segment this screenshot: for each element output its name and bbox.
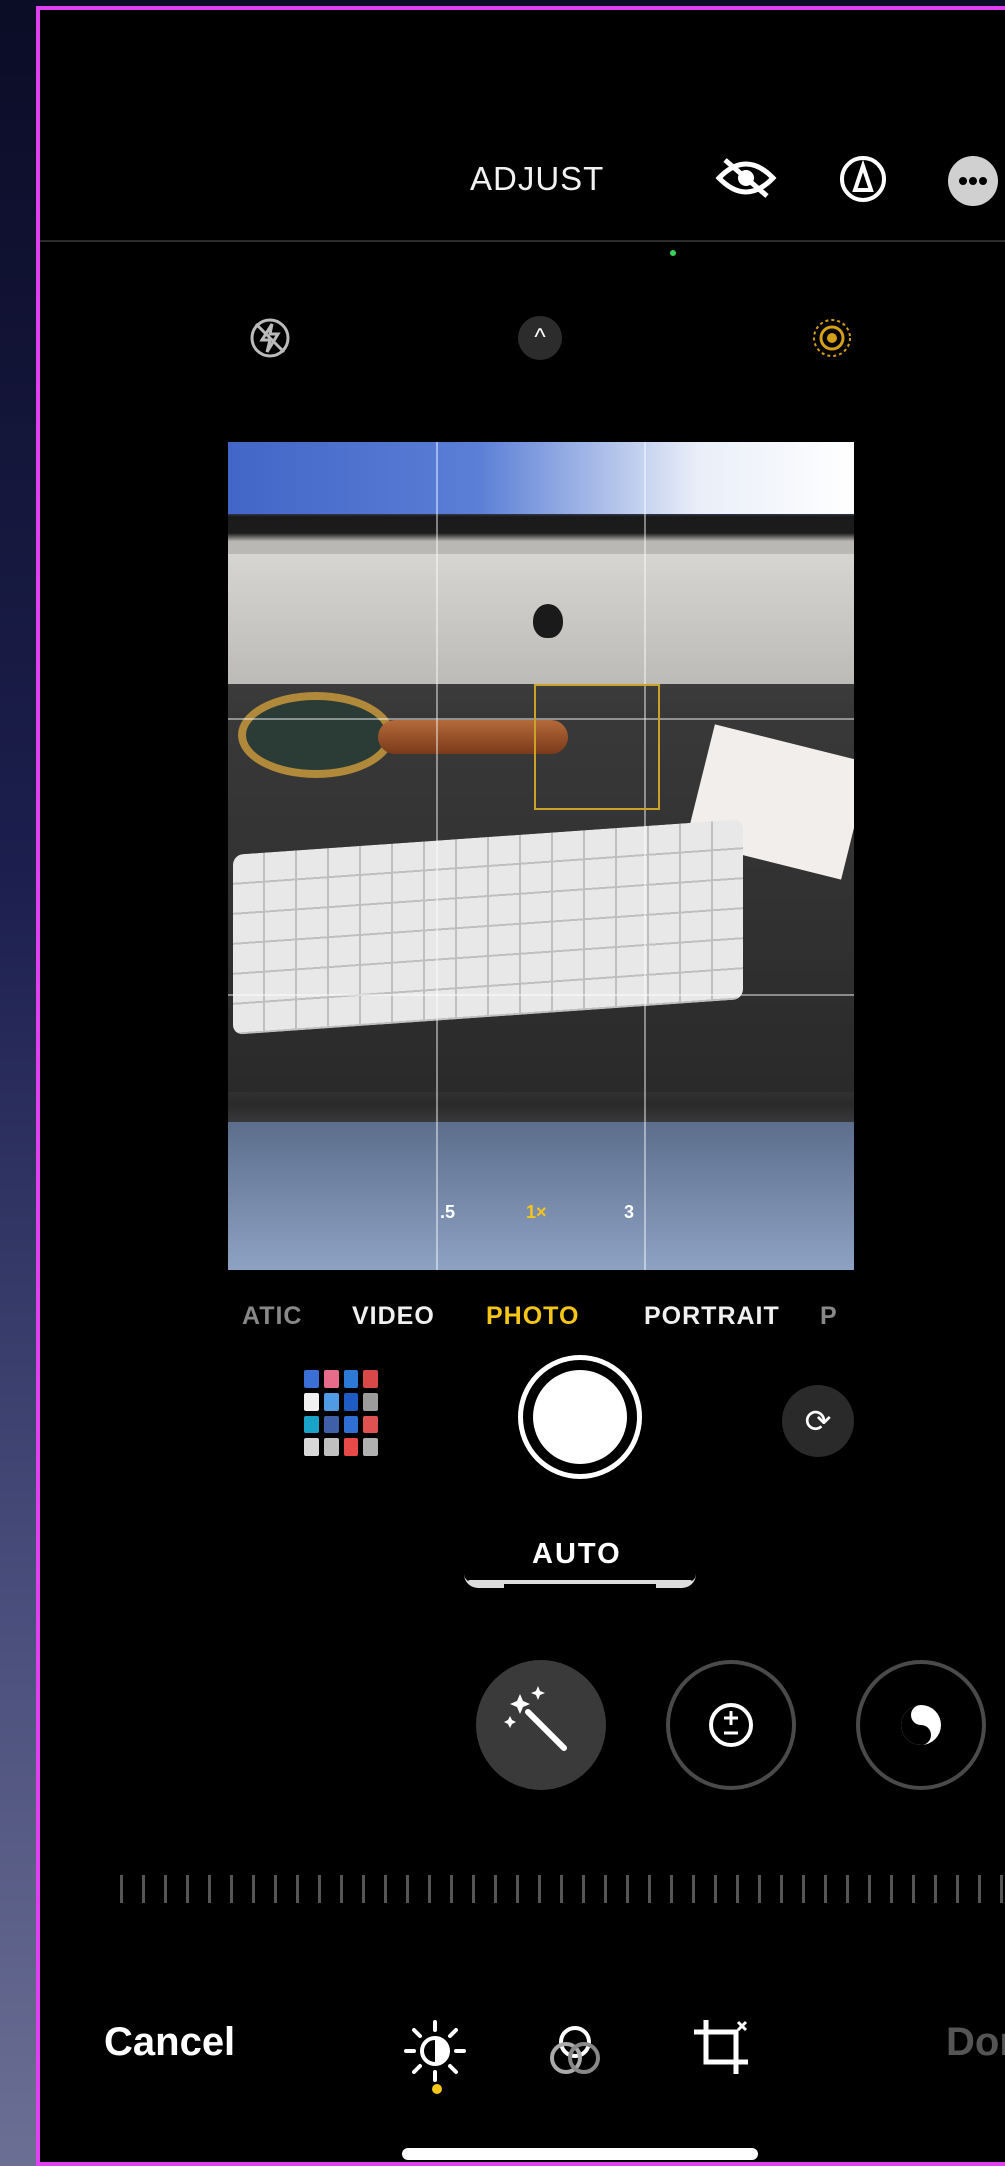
magnifying-glass-image <box>238 692 394 778</box>
grid-line <box>644 442 646 1270</box>
markup-icon[interactable] <box>838 154 888 209</box>
more-icon[interactable] <box>948 156 998 206</box>
camera-viewfinder[interactable]: .5 1× 3 <box>228 442 854 1270</box>
phone-screen: ADJUST ^ .5 1× 3 ATIC VIDEO PHOTO PORTRA… <box>36 6 1005 2166</box>
photo-library-thumbnail[interactable] <box>304 1370 378 1456</box>
magic-wand-icon[interactable] <box>476 1660 606 1790</box>
mode-portrait[interactable]: PORTRAIT <box>644 1302 780 1331</box>
active-tool-indicator <box>432 2084 442 2094</box>
auto-label: AUTO <box>532 1538 622 1570</box>
adjustment-slider[interactable] <box>120 1875 1005 1903</box>
apple-logo-image <box>533 604 563 638</box>
keyboard-image <box>233 819 743 1035</box>
mode-video[interactable]: VIDEO <box>352 1302 435 1331</box>
jeans-image <box>228 1122 854 1270</box>
home-indicator[interactable] <box>402 2148 758 2160</box>
grid-line <box>228 994 854 996</box>
brilliance-icon[interactable] <box>856 1660 986 1790</box>
grid-line <box>436 442 438 1270</box>
mode-pano[interactable]: P <box>820 1302 838 1331</box>
flash-off-icon[interactable] <box>248 316 292 367</box>
focus-box <box>534 684 660 810</box>
live-photo-icon[interactable] <box>810 316 854 365</box>
zoom-option-0.5[interactable]: .5 <box>440 1202 455 1223</box>
camera-in-use-indicator <box>670 250 676 256</box>
cancel-button[interactable]: Cancel <box>104 2020 235 2065</box>
filters-icon[interactable] <box>542 2018 608 2095</box>
zoom-option-3[interactable]: 3 <box>624 1202 634 1223</box>
header-divider <box>40 240 1005 242</box>
page-title: ADJUST <box>470 160 605 197</box>
mode-cinematic[interactable]: ATIC <box>242 1302 302 1331</box>
zoom-option-1x[interactable]: 1× <box>526 1202 547 1223</box>
chevron-up-icon[interactable]: ^ <box>518 316 562 360</box>
done-button[interactable]: Done <box>946 2020 1005 2065</box>
monitor-screen-image <box>228 442 854 514</box>
crop-icon[interactable] <box>688 2014 754 2091</box>
flip-camera-icon[interactable]: ⟳ <box>782 1385 854 1457</box>
exposure-icon[interactable] <box>666 1660 796 1790</box>
shutter-button[interactable] <box>518 1355 642 1479</box>
mode-photo[interactable]: PHOTO <box>486 1302 579 1331</box>
auto-indicator <box>464 1580 696 1588</box>
eye-slash-icon[interactable] <box>715 156 777 205</box>
shutter-inner <box>533 1370 627 1464</box>
